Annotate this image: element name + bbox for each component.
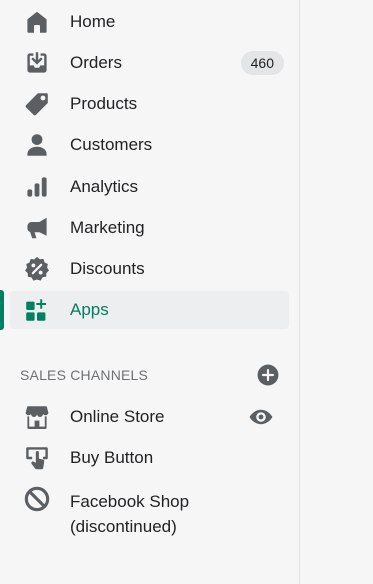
orders-icon — [24, 50, 50, 76]
bar-chart-icon — [24, 174, 50, 200]
nav-item-label: Online Store — [70, 407, 165, 426]
nav-item-customers[interactable]: Customers — [10, 126, 289, 164]
nav-item-home[interactable]: Home — [10, 3, 289, 41]
buy-button-icon — [24, 445, 50, 471]
home-icon — [24, 9, 50, 35]
sales-channels-header: SALES CHANNELS — [20, 364, 279, 386]
nav-item-label: Discounts — [70, 259, 145, 278]
nav-item-discounts[interactable]: Discounts — [10, 250, 289, 288]
plus-circle-icon[interactable] — [257, 364, 279, 386]
discount-icon — [24, 256, 50, 282]
nav-item-orders[interactable]: Orders 460 — [10, 44, 289, 82]
nav-item-marketing[interactable]: Marketing — [10, 209, 289, 247]
nav-item-label: Facebook Shop (discontinued) — [70, 489, 189, 539]
nav-item-label: Marketing — [70, 218, 145, 237]
nav-item-label: Orders — [70, 53, 122, 72]
prohibited-icon — [24, 486, 50, 512]
eye-icon[interactable] — [249, 405, 273, 429]
nav-item-analytics[interactable]: Analytics — [10, 168, 289, 206]
nav-item-products[interactable]: Products — [10, 85, 289, 123]
nav-item-label: Analytics — [70, 177, 139, 196]
apps-icon — [24, 297, 50, 323]
nav-item-buy-button[interactable]: Buy Button — [10, 439, 289, 477]
nav-item-label: Home — [70, 12, 116, 31]
person-icon — [24, 132, 50, 158]
nav-item-label: Apps — [70, 300, 109, 319]
discontinued-label: (discontinued) — [70, 517, 177, 536]
nav-item-label: Customers — [70, 135, 153, 154]
nav-item-label: Buy Button — [70, 448, 154, 467]
nav-item-online-store[interactable]: Online Store — [10, 398, 289, 436]
megaphone-icon — [24, 215, 50, 241]
section-title: SALES CHANNELS — [20, 367, 149, 383]
facebook-shop-label: Facebook Shop — [70, 492, 190, 511]
tag-icon — [24, 91, 50, 117]
nav-item-facebook-shop[interactable]: Facebook Shop (discontinued) — [10, 486, 289, 538]
store-icon — [24, 404, 50, 430]
sidebar-nav: Home Orders 460 Products Customers Analy… — [0, 0, 300, 584]
main-content-area — [300, 0, 373, 584]
nav-item-apps[interactable]: Apps — [10, 291, 289, 329]
nav-item-label: Products — [70, 94, 138, 113]
active-indicator — [0, 290, 4, 330]
orders-count-badge: 460 — [240, 51, 284, 75]
